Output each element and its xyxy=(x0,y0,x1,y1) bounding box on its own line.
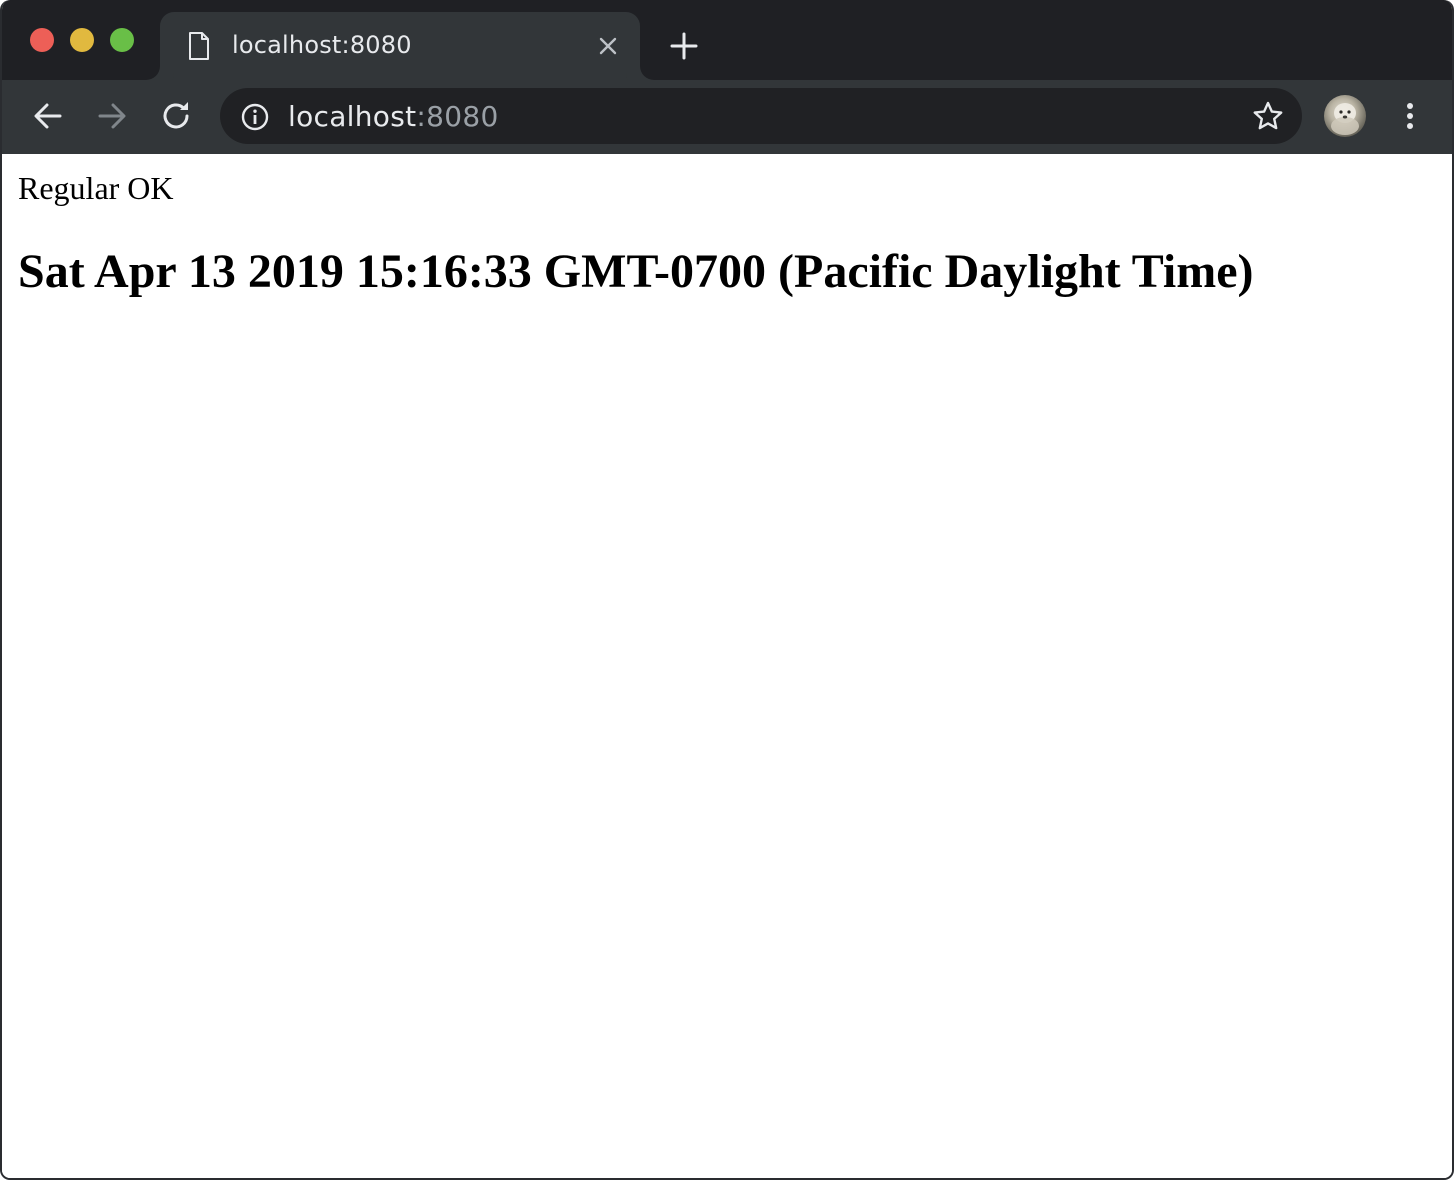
address-port: :8080 xyxy=(416,100,499,133)
browser-window: localhost:8080 localhost:8080 Regular OK… xyxy=(0,0,1454,1180)
address-host: localhost xyxy=(288,100,417,133)
kebab-menu-icon[interactable] xyxy=(1394,98,1426,134)
star-icon[interactable] xyxy=(1252,100,1284,132)
window-minimize-button[interactable] xyxy=(70,28,94,52)
arrow-left-icon[interactable] xyxy=(30,98,66,134)
info-icon[interactable] xyxy=(240,102,270,132)
address-text[interactable]: localhost:8080 xyxy=(288,100,499,133)
tab-strip: localhost:8080 xyxy=(2,0,1452,80)
address-bar[interactable]: localhost:8080 xyxy=(220,88,1302,144)
tab-localhost[interactable]: localhost:8080 xyxy=(160,12,640,80)
document-icon xyxy=(189,32,209,60)
page-content: Regular OK Sat Apr 13 2019 15:16:33 GMT-… xyxy=(2,154,1452,1178)
tab-title: localhost:8080 xyxy=(232,31,412,59)
arrow-right-icon[interactable] xyxy=(94,98,130,134)
close-icon[interactable] xyxy=(596,34,620,58)
reload-icon[interactable] xyxy=(158,98,194,134)
status-text: Regular OK xyxy=(18,170,174,206)
date-heading: Sat Apr 13 2019 15:16:33 GMT-0700 (Pacif… xyxy=(18,245,1254,298)
avatar-image xyxy=(1331,103,1359,135)
window-close-button[interactable] xyxy=(30,28,54,52)
window-maximize-button[interactable] xyxy=(110,28,134,52)
avatar[interactable] xyxy=(1324,95,1366,137)
plus-icon[interactable] xyxy=(668,30,700,62)
toolbar: localhost:8080 xyxy=(2,80,1452,154)
